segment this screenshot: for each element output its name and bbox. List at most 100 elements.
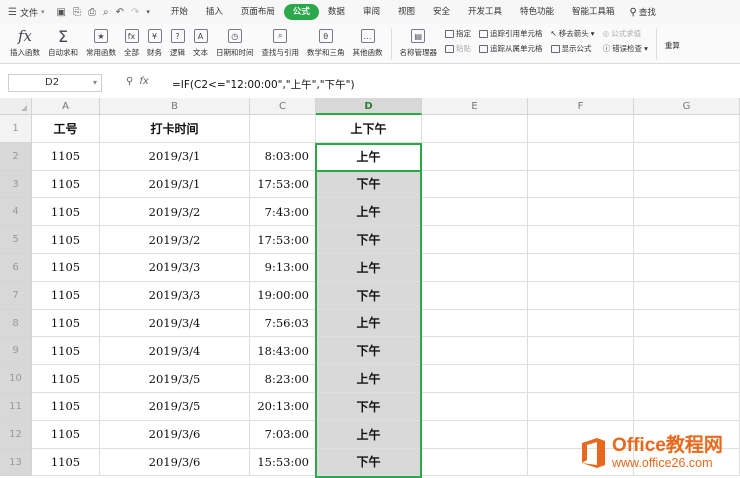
cell-c12[interactable]: 7:03:00 (250, 420, 316, 449)
tab-view[interactable]: 视图 (389, 4, 424, 20)
common-functions-button[interactable]: ★ 常用函数 (82, 24, 120, 58)
chevron-down-icon[interactable]: ▾ (93, 75, 97, 91)
row-header[interactable]: 12 (0, 420, 32, 449)
cell-f5[interactable] (528, 226, 634, 254)
cell-a7[interactable]: 1105 (32, 281, 100, 310)
row-header[interactable]: 4 (0, 198, 32, 227)
cell-d10[interactable]: 上午 (316, 365, 422, 393)
cell-d4[interactable]: 上午 (316, 198, 422, 227)
cell-e4[interactable] (422, 198, 528, 227)
cell-a9[interactable]: 1105 (32, 337, 100, 366)
paste-name-button[interactable]: 粘贴 (445, 43, 471, 54)
cell-c11[interactable]: 20:13:00 (250, 393, 316, 421)
cell-g10[interactable] (634, 365, 740, 393)
cell-a8[interactable]: 1105 (32, 309, 100, 338)
cell-e1[interactable] (422, 115, 528, 143)
tab-special-features[interactable]: 特色功能 (511, 4, 563, 20)
math-trig-button[interactable]: θ 数学和三角 (303, 24, 349, 58)
cell-g9[interactable] (634, 337, 740, 366)
column-header-f[interactable]: F (528, 98, 634, 115)
cell-d3[interactable]: 下午 (316, 170, 422, 199)
cell-b6[interactable]: 2019/3/3 (100, 254, 250, 282)
column-header-g[interactable]: G (634, 98, 740, 115)
cell-d5[interactable]: 下午 (316, 226, 422, 254)
tab-data[interactable]: 数据 (319, 4, 354, 20)
cell-e5[interactable] (422, 226, 528, 254)
cell-f10[interactable] (528, 365, 634, 393)
cell-g3[interactable] (634, 170, 740, 199)
tab-smart-toolbox[interactable]: 智能工具箱 (563, 4, 624, 20)
cell-c4[interactable]: 7:43:00 (250, 198, 316, 227)
export-icon[interactable]: ⎘ (73, 7, 81, 18)
row-header[interactable]: 8 (0, 309, 32, 338)
cell-f7[interactable] (528, 281, 634, 310)
zoom-icon[interactable]: ⚲ (126, 76, 133, 87)
cell-d12[interactable]: 上午 (316, 420, 422, 449)
cell-b3[interactable]: 2019/3/1 (100, 170, 250, 199)
file-menu[interactable]: ☰ 文件 ▾ (8, 6, 53, 19)
tab-insert[interactable]: 插入 (197, 4, 232, 20)
cell-e9[interactable] (422, 337, 528, 366)
row-header[interactable]: 1 (0, 115, 32, 143)
other-functions-button[interactable]: … 其他函数 (349, 24, 387, 58)
name-box[interactable]: D2 ▾ (8, 74, 102, 92)
function-icon[interactable]: fx (139, 76, 148, 87)
insert-function-button[interactable]: fx 插入函数 (6, 24, 44, 58)
cell-e2[interactable] (422, 142, 528, 171)
cell-e11[interactable] (422, 393, 528, 421)
cell-f8[interactable] (528, 309, 634, 338)
cell-a2[interactable]: 1105 (32, 142, 100, 171)
cell-c1[interactable] (250, 115, 316, 143)
cell-b12[interactable]: 2019/3/6 (100, 420, 250, 449)
cell-d2[interactable]: 上午 (316, 142, 422, 171)
cell-b9[interactable]: 2019/3/4 (100, 337, 250, 366)
tab-security[interactable]: 安全 (424, 4, 459, 20)
cell-b7[interactable]: 2019/3/3 (100, 281, 250, 310)
cell-e8[interactable] (422, 309, 528, 338)
tab-developer[interactable]: 开发工具 (459, 4, 511, 20)
cell-e7[interactable] (422, 281, 528, 310)
row-header[interactable]: 2 (0, 142, 32, 171)
cell-f11[interactable] (528, 393, 634, 421)
cell-c13[interactable]: 15:53:00 (250, 448, 316, 477)
chevron-down-icon[interactable]: ▾ (146, 8, 150, 16)
trace-precedents-button[interactable]: 追踪引用单元格 (479, 28, 543, 39)
cell-d6[interactable]: 上午 (316, 254, 422, 282)
cell-c7[interactable]: 19:00:00 (250, 281, 316, 310)
save-icon[interactable]: ▣ (57, 7, 66, 18)
cell-d1[interactable]: 上下午 (316, 115, 422, 143)
financial-button[interactable]: ¥ 财务 (143, 24, 166, 58)
tab-formulas[interactable]: 公式 (283, 4, 319, 20)
cell-a12[interactable]: 1105 (32, 420, 100, 449)
cell-d9[interactable]: 下午 (316, 337, 422, 366)
cell-c9[interactable]: 18:43:00 (250, 337, 316, 366)
tab-home[interactable]: 开始 (162, 4, 197, 20)
cell-f2[interactable] (528, 142, 634, 171)
cell-d7[interactable]: 下午 (316, 281, 422, 310)
column-header-c[interactable]: C (250, 98, 316, 115)
cell-g5[interactable] (634, 226, 740, 254)
cell-a11[interactable]: 1105 (32, 393, 100, 421)
cell-e13[interactable] (422, 448, 528, 477)
undo-icon[interactable]: ↶ (116, 7, 124, 18)
define-name-button[interactable]: 指定 (445, 28, 471, 39)
print-icon[interactable]: ⎙ (88, 7, 96, 18)
autosum-button[interactable]: Σ 自动求和 (44, 24, 82, 58)
cell-g6[interactable] (634, 254, 740, 282)
cell-c8[interactable]: 7:56:03 (250, 309, 316, 338)
cell-c6[interactable]: 9:13:00 (250, 254, 316, 282)
tab-page-layout[interactable]: 页面布局 (232, 4, 284, 20)
cell-c10[interactable]: 8:23:00 (250, 365, 316, 393)
text-functions-button[interactable]: A 文本 (189, 24, 212, 58)
tab-review[interactable]: 审阅 (354, 4, 389, 20)
print-preview-icon[interactable]: ⌕ (103, 7, 109, 18)
row-header[interactable]: 6 (0, 254, 32, 282)
all-functions-button[interactable]: fx 全部 (120, 24, 143, 58)
cell-g2[interactable] (634, 142, 740, 171)
cell-b13[interactable]: 2019/3/6 (100, 448, 250, 477)
error-check-button[interactable]: ⓘ 错误检查 ▾ (603, 43, 648, 54)
cell-a10[interactable]: 1105 (32, 365, 100, 393)
cell-b8[interactable]: 2019/3/4 (100, 309, 250, 338)
row-header[interactable]: 5 (0, 226, 32, 254)
cell-a6[interactable]: 1105 (32, 254, 100, 282)
